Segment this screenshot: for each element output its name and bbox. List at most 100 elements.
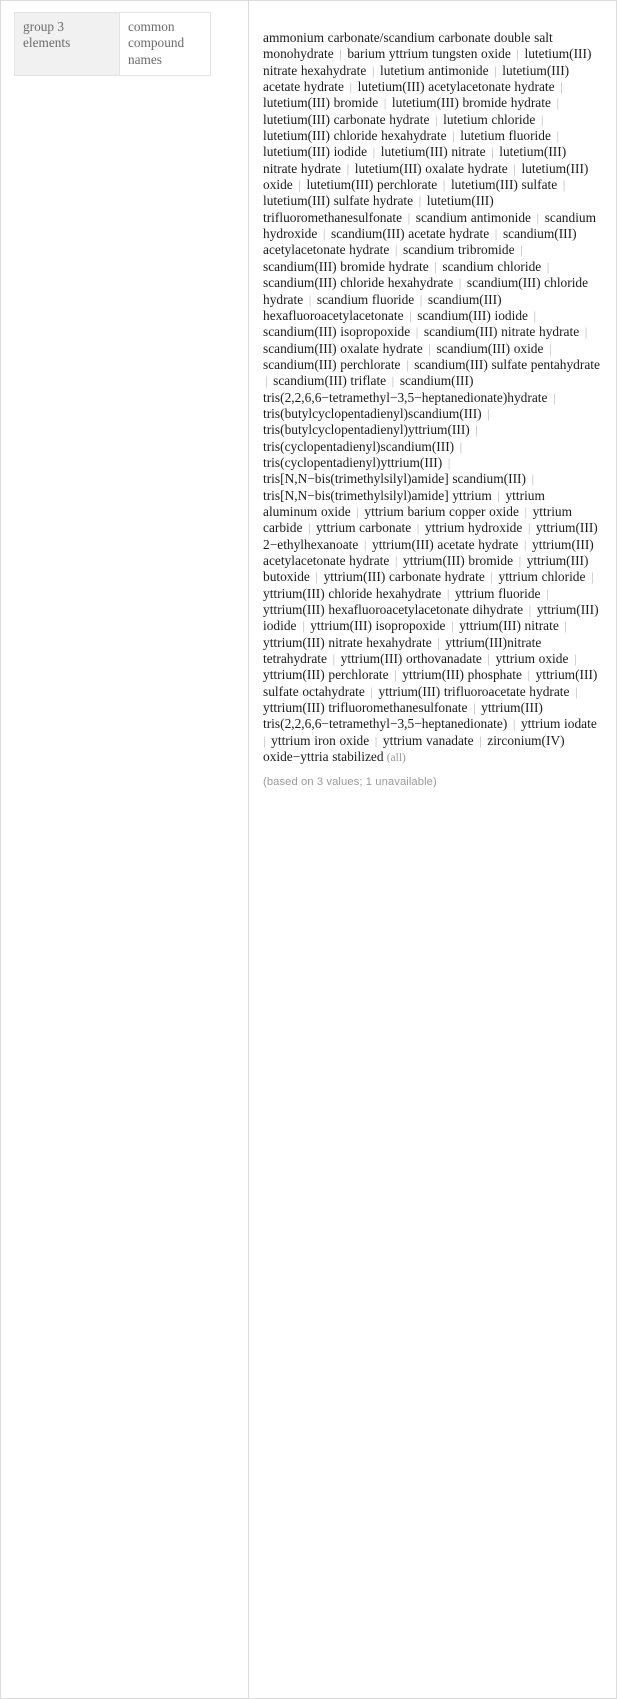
list-separator: | xyxy=(475,732,486,748)
compound-name[interactable]: scandium(III) oxide xyxy=(436,341,543,356)
compound-name[interactable]: lutetium(III) carbonate hydrate xyxy=(263,112,429,127)
compound-name[interactable]: lutetium(III) bromide xyxy=(263,95,378,110)
list-separator: | xyxy=(556,79,563,95)
list-separator: | xyxy=(469,700,480,716)
compound-name[interactable]: scandium(III) triflate xyxy=(273,373,386,388)
compound-name[interactable]: yttrium(III) trifluoromethanesulfonate xyxy=(263,700,467,715)
compound-name[interactable]: yttrium(III) perchlorate xyxy=(263,667,389,682)
compound-name-list: ammonium carbonate/scandium carbonate do… xyxy=(263,30,600,766)
list-separator: | xyxy=(413,520,423,536)
compound-name[interactable]: yttrium(III) chloride hexahydrate xyxy=(263,586,441,601)
list-separator: | xyxy=(487,144,498,160)
list-separator: | xyxy=(493,487,504,503)
compound-name[interactable]: yttrium(III) orthovanadate xyxy=(341,651,482,666)
compound-name[interactable]: yttrium(III) hexafluoroacetylacetonate d… xyxy=(263,602,523,617)
compound-name[interactable]: tris(butylcyclopentadienyl)scandium(III) xyxy=(263,406,482,421)
right-content-column: ammonium carbonate/scandium carbonate do… xyxy=(250,1,616,1698)
compound-name[interactable]: yttrium oxide xyxy=(496,651,569,666)
compound-name[interactable]: yttrium(III) bromide xyxy=(403,553,513,568)
compound-name[interactable]: yttrium vanadate xyxy=(383,733,474,748)
compound-name[interactable]: lutetium(III) sulfate hydrate xyxy=(263,193,413,208)
compound-name[interactable]: lutetium(III) chloride hexahydrate xyxy=(263,128,447,143)
list-separator: | xyxy=(391,553,402,568)
list-separator: | xyxy=(391,242,402,258)
list-separator: | xyxy=(352,503,363,519)
list-separator: | xyxy=(527,471,535,487)
property-key-cell: group 3 elements xyxy=(14,11,120,77)
list-separator: | xyxy=(430,258,441,274)
list-separator: | xyxy=(294,177,305,193)
list-separator: | xyxy=(298,618,309,634)
list-separator: | xyxy=(571,683,578,699)
compound-name[interactable]: tris(cyclopentadienyl)yttrium(III) xyxy=(263,455,442,470)
list-separator: | xyxy=(483,651,494,667)
compound-name[interactable]: yttrium chloride xyxy=(499,569,586,584)
compound-name[interactable]: lutetium(III) perchlorate xyxy=(306,177,437,192)
compound-name[interactable]: yttrium(III) carbonate hydrate xyxy=(324,569,485,584)
list-separator: | xyxy=(433,634,444,650)
compound-name[interactable]: yttrium fluoride xyxy=(455,586,540,601)
all-tag[interactable]: (all) xyxy=(384,752,406,764)
compound-name[interactable]: scandium(III) oxalate hydrate xyxy=(263,341,423,356)
list-separator: | xyxy=(520,503,531,519)
compound-name[interactable]: yttrium barium copper oxide xyxy=(364,504,518,519)
compound-name[interactable]: scandium(III) chloride hexahydrate xyxy=(263,275,453,290)
list-separator: | xyxy=(444,454,451,470)
compound-name[interactable]: yttrium(III) phosphate xyxy=(402,667,522,682)
compound-name[interactable]: scandium(III) nitrate hydrate xyxy=(424,324,579,339)
compound-name[interactable]: tris(butylcyclopentadienyl)yttrium(III) xyxy=(263,422,470,437)
compound-name[interactable]: yttrium(III) isopropoxide xyxy=(310,618,445,633)
list-separator: | xyxy=(509,160,520,176)
compound-name[interactable]: scandium(III) sulfate pentahydrate xyxy=(414,357,600,372)
compound-name[interactable]: lutetium chloride xyxy=(443,112,535,127)
list-separator: | xyxy=(404,209,414,225)
list-separator: | xyxy=(455,275,465,291)
compound-name[interactable]: tris(cyclopentadienyl)scandium(III) xyxy=(263,439,454,454)
list-separator: | xyxy=(529,307,537,323)
compound-name[interactable]: yttrium iron oxide xyxy=(271,733,369,748)
compound-name[interactable]: scandium chloride xyxy=(442,259,541,274)
list-separator: | xyxy=(523,667,534,683)
compound-name[interactable]: yttrium carbonate xyxy=(316,520,411,535)
list-separator: | xyxy=(439,177,449,193)
list-separator: | xyxy=(448,128,459,144)
compound-name[interactable]: yttrium(III) nitrate hexahydrate xyxy=(263,635,432,650)
compound-name[interactable]: lutetium(III) iodide xyxy=(263,144,367,159)
property-table: group 3 elements common compound names xyxy=(14,11,211,77)
result-pod: group 3 elements common compound names a… xyxy=(0,0,617,1699)
list-separator: | xyxy=(343,160,353,176)
compound-name[interactable]: yttrium(III) trifluoroacetate hydrate xyxy=(379,684,570,699)
compound-name[interactable]: yttrium(III) acetate hydrate xyxy=(372,537,518,552)
compound-name[interactable]: lutetium antimonide xyxy=(380,63,489,78)
list-separator: | xyxy=(549,389,556,405)
compound-name[interactable]: scandium antimonide xyxy=(416,210,531,225)
compound-name[interactable]: tris[N,N−bis(trimethylsilyl)amide] scand… xyxy=(263,471,526,486)
list-separator: | xyxy=(328,651,339,667)
compound-name[interactable]: lutetium(III) oxalate hydrate xyxy=(355,161,508,176)
list-separator: | xyxy=(533,209,543,225)
compound-name[interactable]: lutetium(III) acetylacetonate hydrate xyxy=(358,79,555,94)
compound-name[interactable]: yttrium iodate xyxy=(521,716,597,731)
compound-name[interactable]: scandium(III) isopropoxide xyxy=(263,324,410,339)
compound-name[interactable]: yttrium(III) nitrate xyxy=(459,618,559,633)
compound-name[interactable]: scandium fluoride xyxy=(317,292,414,307)
list-separator: | xyxy=(486,569,497,585)
compound-name[interactable]: yttrium hydroxide xyxy=(425,520,522,535)
list-separator: | xyxy=(516,242,523,258)
compound-name[interactable]: barium yttrium tungsten oxide xyxy=(347,46,510,61)
compound-name[interactable]: tris[N,N−bis(trimethylsilyl)amide] yttri… xyxy=(263,488,492,503)
compound-name[interactable]: scandium(III) perchlorate xyxy=(263,357,400,372)
compound-name[interactable]: scandium tribromide xyxy=(403,242,515,257)
compound-name[interactable]: lutetium(III) nitrate xyxy=(381,144,486,159)
compound-name[interactable]: scandium(III) acetate hydrate xyxy=(331,226,489,241)
compound-name[interactable]: lutetium(III) bromide hydrate xyxy=(392,95,551,110)
compound-name[interactable]: scandium(III) iodide xyxy=(417,308,528,323)
list-separator: | xyxy=(587,569,594,585)
list-separator: | xyxy=(520,536,531,552)
compound-name[interactable]: lutetium(III) sulfate xyxy=(451,177,557,192)
table-row: group 3 elements common compound names xyxy=(14,11,211,77)
compound-name[interactable]: lutetium fluoride xyxy=(460,128,551,143)
list-separator: | xyxy=(402,356,413,372)
basis-note: (based on 3 values; 1 unavailable) xyxy=(263,776,437,789)
compound-name[interactable]: scandium(III) bromide hydrate xyxy=(263,259,429,274)
